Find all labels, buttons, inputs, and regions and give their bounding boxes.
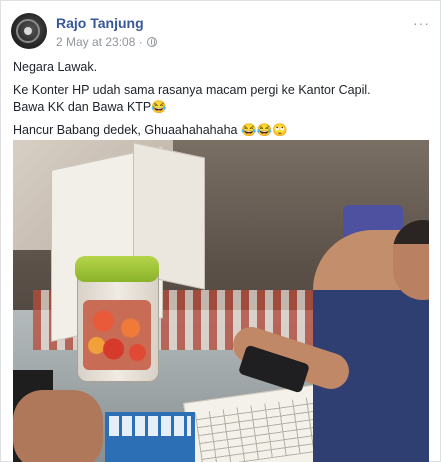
more-options-icon[interactable]: ··· [413,15,430,31]
post-paragraph: Hancur Babang dedek, Ghuaahahahaha 😂😂🙄 [13,123,288,137]
post-card: Rajo Tanjung 2 May at 23:08 · ··· Negara… [0,0,441,462]
post-line: Bawa KK dan Bawa KTP😂 [13,100,167,114]
post-paragraph: Ke Konter HP udah sama rasanya macam per… [13,82,428,116]
photo-jar-lid [75,256,159,282]
post-meta: 2 May at 23:08 · [56,35,157,49]
photo-person-head [393,220,429,300]
photo-bluebox-pattern [109,416,191,436]
photo-hand [13,390,103,462]
globe-icon [146,37,157,47]
post-line: Ke Konter HP udah sama rasanya macam per… [13,83,371,97]
post-timestamp[interactable]: 2 May at 23:08 · [56,35,143,49]
avatar[interactable] [11,13,47,49]
post-header: Rajo Tanjung 2 May at 23:08 · ··· [11,11,430,51]
avatar-dot [24,27,32,35]
post-text: Negara Lawak. Ke Konter HP udah sama ras… [13,59,428,145]
post-paragraph: Negara Lawak. [13,60,98,74]
author-name[interactable]: Rajo Tanjung [56,15,144,31]
photo-jar-candy [83,300,151,370]
post-photo[interactable] [13,140,429,462]
